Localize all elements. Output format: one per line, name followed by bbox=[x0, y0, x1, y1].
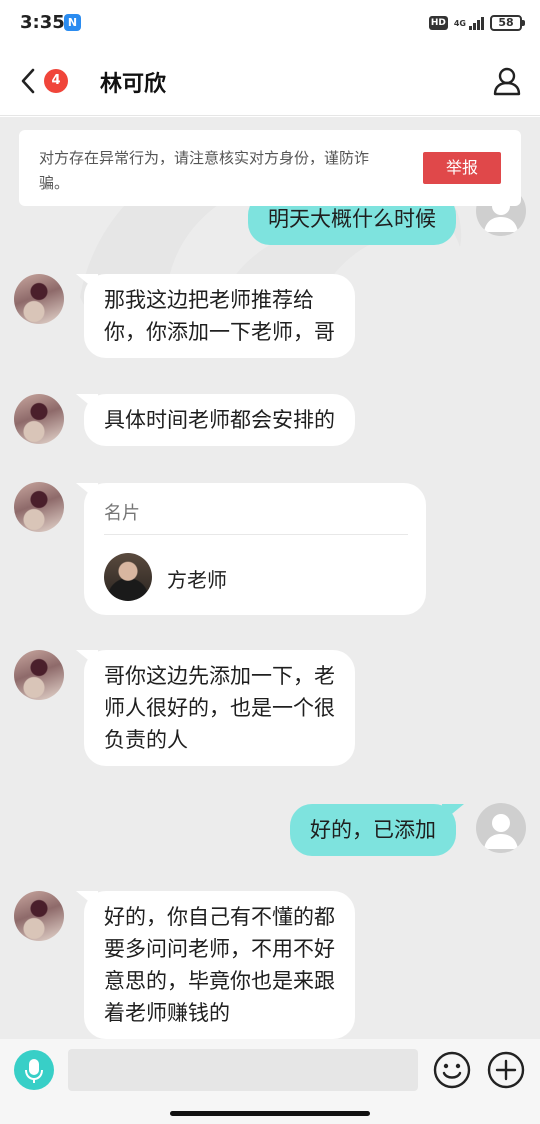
chevron-left-icon bbox=[21, 68, 35, 94]
smiley-icon bbox=[433, 1051, 471, 1089]
message-text-line: 师人很好的，也是一个很 bbox=[104, 696, 335, 720]
card-type-label: 名片 bbox=[104, 503, 140, 524]
status-bar: 3:35 N HD 4G 58 bbox=[0, 0, 540, 46]
message-input-bar bbox=[0, 1039, 540, 1124]
card-contact-name: 方老师 bbox=[167, 568, 227, 592]
chat-area[interactable]: 对方存在异常行为，请注意核实对方身份，谨防诈骗。 举报 明天大概什么时候 那我这… bbox=[0, 117, 540, 1039]
self-avatar[interactable] bbox=[476, 803, 526, 853]
chat-header: 4 林可欣 bbox=[0, 46, 540, 116]
message-text-line: 那我这边把老师推荐给 bbox=[104, 288, 314, 312]
card-divider bbox=[104, 534, 408, 535]
chat-title: 林可欣 bbox=[100, 72, 167, 97]
message-text: 好的，已添加 bbox=[310, 818, 436, 842]
message-text: 具体时间老师都会安排的 bbox=[104, 408, 335, 432]
message-text-line: 意思的，毕竟你也是来跟 bbox=[104, 969, 335, 993]
plus-circle-icon bbox=[487, 1051, 525, 1089]
contact-avatar[interactable] bbox=[14, 891, 64, 941]
voice-input-button[interactable] bbox=[14, 1050, 54, 1090]
person-icon bbox=[484, 814, 518, 849]
incoming-message[interactable]: 那我这边把老师推荐给 你，你添加一下老师，哥 bbox=[84, 274, 355, 358]
message-text-input[interactable] bbox=[68, 1049, 418, 1091]
status-time: 3:35 bbox=[20, 12, 65, 33]
message-text-line: 好的，你自己有不懂的都 bbox=[104, 905, 335, 929]
incoming-message[interactable]: 好的，你自己有不懂的都 要多问问老师，不用不好 意思的，毕竟你也是来跟 着老师赚… bbox=[84, 891, 355, 1039]
message-text-line: 着老师赚钱的 bbox=[104, 1001, 230, 1025]
hd-icon: HD bbox=[428, 16, 448, 30]
more-options-button[interactable] bbox=[486, 1050, 526, 1090]
microphone-icon bbox=[25, 1059, 43, 1083]
home-indicator[interactable] bbox=[170, 1111, 370, 1116]
contact-avatar[interactable] bbox=[14, 482, 64, 532]
message-text-line: 你，你添加一下老师，哥 bbox=[104, 320, 335, 344]
network-type-label: 4G bbox=[453, 18, 466, 28]
contact-avatar[interactable] bbox=[14, 394, 64, 444]
outgoing-message[interactable]: 好的，已添加 bbox=[290, 804, 456, 856]
incoming-message[interactable]: 哥你这边先添加一下，老 师人很好的，也是一个很 负责的人 bbox=[84, 650, 355, 766]
incoming-message[interactable]: 具体时间老师都会安排的 bbox=[84, 394, 355, 446]
person-icon bbox=[493, 67, 521, 96]
contact-avatar[interactable] bbox=[14, 274, 64, 324]
battery-icon: 58 bbox=[490, 15, 525, 31]
emoji-button[interactable] bbox=[432, 1050, 472, 1090]
profile-button[interactable] bbox=[492, 66, 522, 96]
notification-app-icon: N bbox=[64, 14, 81, 31]
contact-card-message[interactable]: 名片 方老师 bbox=[84, 483, 426, 615]
message-text-line: 要多问问老师，不用不好 bbox=[104, 937, 335, 961]
message-text-line: 负责的人 bbox=[104, 728, 188, 752]
back-button[interactable]: 4 bbox=[14, 64, 74, 98]
security-warning-banner: 对方存在异常行为，请注意核实对方身份，谨防诈骗。 举报 bbox=[19, 130, 521, 206]
status-indicators: HD 4G 58 bbox=[428, 14, 525, 32]
message-text-line: 哥你这边先添加一下，老 bbox=[104, 664, 335, 688]
card-avatar bbox=[104, 553, 152, 601]
message-text: 明天大概什么时候 bbox=[268, 207, 436, 231]
contact-avatar[interactable] bbox=[14, 650, 64, 700]
report-button[interactable]: 举报 bbox=[423, 152, 501, 184]
signal-icon bbox=[469, 16, 484, 30]
unread-count-badge: 4 bbox=[44, 69, 68, 93]
warning-text: 对方存在异常行为，请注意核实对方身份，谨防诈骗。 bbox=[39, 149, 370, 192]
